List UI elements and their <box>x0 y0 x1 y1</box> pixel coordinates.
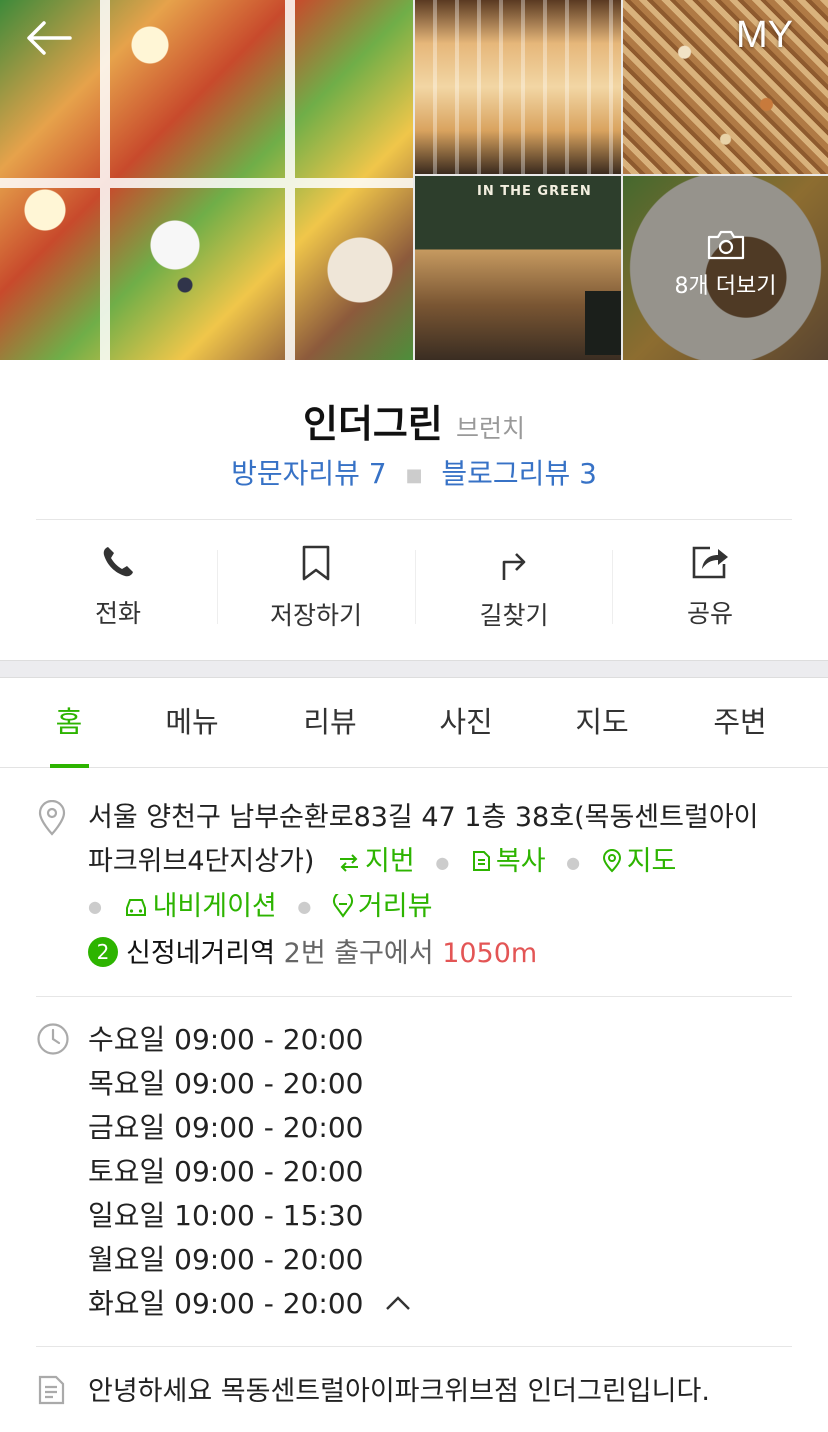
divider <box>36 1346 792 1347</box>
visitor-reviews-link[interactable]: 방문자리뷰 7 <box>231 457 387 490</box>
chevron-up-icon[interactable] <box>385 1295 411 1311</box>
save-label: 저장하기 <box>269 601 362 630</box>
share-label: 공유 <box>686 599 733 628</box>
blog-reviews-link[interactable]: 블로그리뷰 3 <box>441 457 597 490</box>
action-bar: 전화 저장하기 길찾기 공유 <box>0 540 828 640</box>
location-pin-icon <box>38 800 66 836</box>
hours-row: 화요일 09:00 - 20:00 <box>88 1287 364 1320</box>
car-icon <box>125 898 146 916</box>
directions-button[interactable]: 길찾기 <box>416 540 612 640</box>
divider <box>36 996 792 997</box>
hours-row: 토요일 09:00 - 20:00 <box>88 1155 364 1188</box>
share-button[interactable]: 공유 <box>612 540 808 640</box>
review-links: 방문자리뷰 7 ■ 블로그리뷰 3 <box>0 452 828 492</box>
more-photos-label: 8개 더보기 <box>674 274 777 299</box>
separator-dot: ● <box>297 897 312 916</box>
store-sign-text: IN THE GREEN <box>477 184 592 199</box>
map-label: 지도 <box>626 846 677 877</box>
hours-row: 금요일 09:00 - 20:00 <box>88 1111 364 1144</box>
photo-granola[interactable] <box>623 0 828 174</box>
active-tab-indicator <box>50 764 89 768</box>
hours-row: 월요일 09:00 - 20:00 <box>88 1243 364 1276</box>
lot-address-button[interactable]: 지번 <box>337 846 423 877</box>
copy-address-button[interactable]: 복사 <box>470 846 554 877</box>
tab-menu[interactable]: 메뉴 <box>150 678 234 768</box>
separator-dot: ■ <box>405 464 423 486</box>
back-button[interactable] <box>26 20 72 56</box>
place-title-row: 인더그린 브런치 <box>0 393 828 448</box>
address-block: 서울 양천구 남부순환로83길 47 1층 38호(목동센트럴아이 파크위브4단… <box>88 796 798 929</box>
station-name: 신정네거리역 <box>126 938 276 969</box>
separator-dot: ● <box>88 897 102 916</box>
place-category: 브런치 <box>455 414 525 443</box>
address-line-2: 파크위브4단지상가) <box>88 846 315 877</box>
call-button[interactable]: 전화 <box>20 540 216 640</box>
photo-storefront[interactable]: IN THE GREEN <box>415 176 621 360</box>
subway-info: 2 신정네거리역 2번 출구에서 1050m <box>88 934 537 974</box>
navigation-label: 내비게이션 <box>152 890 277 922</box>
photo-gallery[interactable]: IN THE GREEN MY 8개 더보기 <box>0 0 828 360</box>
copy-icon <box>472 851 490 871</box>
photo-macarons[interactable] <box>415 0 621 174</box>
separator-dot: ● <box>435 852 450 872</box>
save-button[interactable]: 저장하기 <box>218 540 414 640</box>
separator-dot: ● <box>566 852 581 872</box>
hours-row: 일요일 10:00 - 15:30 <box>88 1199 364 1232</box>
tab-home[interactable]: 홈 <box>30 678 108 768</box>
lot-address-label: 지번 <box>365 846 415 877</box>
copy-label: 복사 <box>495 846 546 877</box>
share-icon <box>692 546 728 579</box>
section-band <box>0 660 828 678</box>
menu-board <box>585 291 621 355</box>
hours-row: 목요일 09:00 - 20:00 <box>88 1067 364 1100</box>
divider <box>36 519 792 520</box>
hours-row: 수요일 09:00 - 20:00 <box>88 1023 364 1056</box>
tab-photos[interactable]: 사진 <box>424 678 508 768</box>
navigation-button[interactable]: 내비게이션 <box>123 891 286 922</box>
place-description: 안녕하세요 목동센트럴아이파크위브점 인더그린입니다. <box>88 1376 710 1407</box>
my-button[interactable]: MY <box>736 14 793 57</box>
tab-nearby[interactable]: 주변 <box>698 678 782 768</box>
map-pin-icon <box>602 849 621 873</box>
directions-label: 길찾기 <box>479 601 549 630</box>
street-view-icon <box>332 893 353 918</box>
subway-line-badge: 2 <box>88 937 118 967</box>
more-photos-button[interactable]: 8개 더보기 <box>623 230 828 300</box>
station-exit: 2번 출구에서 <box>283 938 434 969</box>
swap-icon <box>340 854 359 872</box>
phone-icon <box>103 547 133 577</box>
station-distance: 1050m <box>442 938 538 969</box>
address-line-1: 서울 양천구 남부순환로83길 47 1층 38호(목동센트럴아이 <box>88 802 759 833</box>
camera-icon <box>707 230 744 260</box>
directions-icon <box>502 553 526 580</box>
street-view-label: 거리뷰 <box>357 890 433 922</box>
bookmark-icon <box>302 545 330 581</box>
business-hours[interactable]: 수요일 09:00 - 20:00 목요일 09:00 - 20:00 금요일 … <box>88 1018 411 1326</box>
tab-reviews[interactable]: 리뷰 <box>288 678 372 768</box>
tab-bar: 홈 메뉴 리뷰 사진 지도 주변 <box>0 678 828 768</box>
clock-icon <box>37 1023 69 1055</box>
call-label: 전화 <box>94 599 141 628</box>
document-icon <box>38 1375 65 1405</box>
tab-map[interactable]: 지도 <box>560 678 644 768</box>
place-name: 인더그린 <box>303 402 443 446</box>
street-view-button[interactable]: 거리뷰 <box>332 890 433 922</box>
arrow-left-icon <box>27 21 72 55</box>
map-link-button[interactable]: 지도 <box>601 846 677 877</box>
